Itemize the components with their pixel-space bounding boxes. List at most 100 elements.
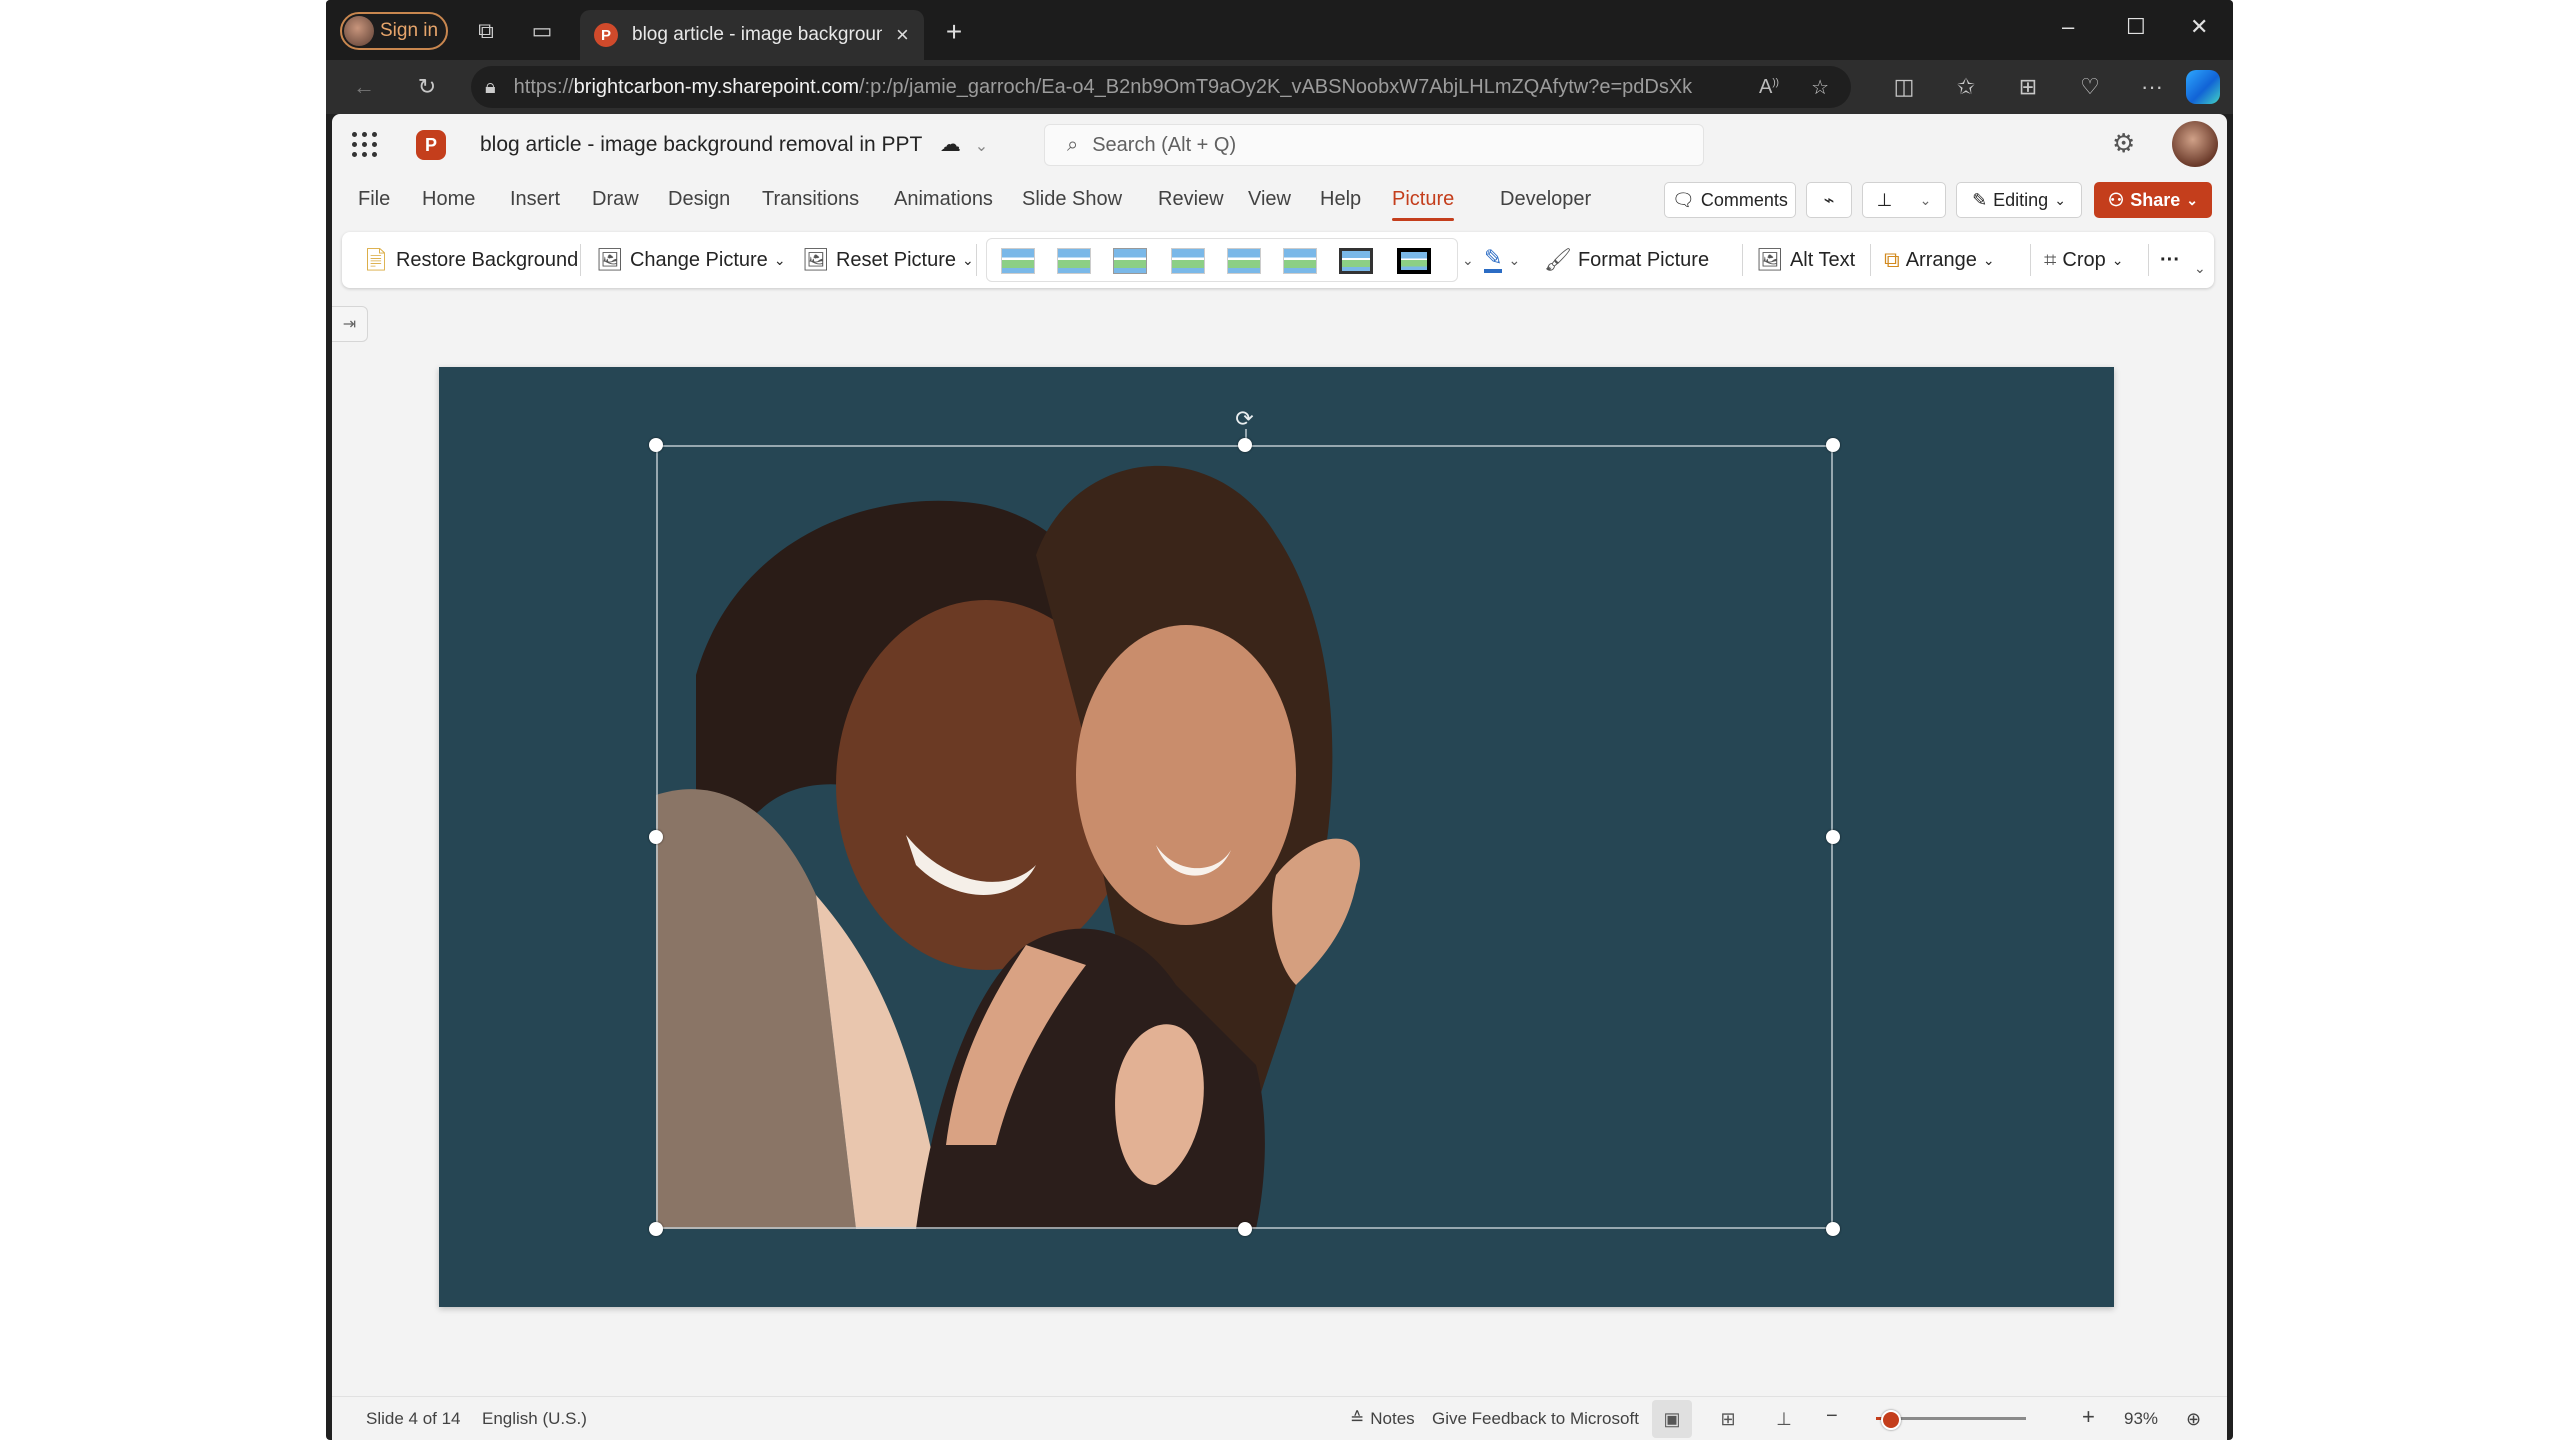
reset-picture-icon: 🖼︎ xyxy=(802,247,830,272)
slide-panel-toggle[interactable]: ⇥ xyxy=(332,306,368,342)
chevron-down-icon[interactable]: ⌄ xyxy=(1920,192,1932,209)
feedback-link[interactable]: Give Feedback to Microsoft xyxy=(1432,1409,1639,1429)
sign-in-button[interactable]: Sign in xyxy=(340,12,448,50)
zoom-level[interactable]: 93% xyxy=(2124,1409,2158,1429)
zoom-in-button[interactable]: + xyxy=(2082,1404,2095,1430)
favorites-icon[interactable]: ✩ xyxy=(1946,67,1986,107)
new-tab-button[interactable]: + xyxy=(936,14,972,50)
change-picture-icon: 🖼︎ xyxy=(596,247,624,272)
browser-essentials-icon[interactable]: ♡ xyxy=(2070,67,2110,107)
format-picture-button[interactable]: 🖌︎ Format Picture xyxy=(1544,232,1709,288)
user-avatar[interactable] xyxy=(2172,121,2218,167)
language-indicator[interactable]: English (U.S.) xyxy=(482,1409,587,1429)
more-options-icon[interactable]: ··· xyxy=(2132,67,2172,107)
collections-icon[interactable]: ⊞ xyxy=(2008,67,2048,107)
search-box[interactable]: ⌕ Search (Alt + Q) xyxy=(1044,124,1704,166)
picture-style-1[interactable] xyxy=(1001,248,1035,274)
chevron-down-icon[interactable]: ⌄ xyxy=(975,138,988,155)
slide-sorter-button[interactable]: ⊞ xyxy=(1708,1400,1748,1438)
powerpoint-logo: P xyxy=(416,130,446,160)
powerpoint-web-app: P blog article - image background remova… xyxy=(332,114,2227,1440)
close-window-button[interactable]: ✕ xyxy=(2190,14,2208,40)
vertical-tabs-icon[interactable]: ▭ xyxy=(524,13,560,49)
styles-gallery-expand[interactable]: ⌄ xyxy=(1462,232,1474,288)
picture-style-6[interactable] xyxy=(1283,248,1317,274)
catch-up-button[interactable]: ⌁ xyxy=(1806,182,1852,218)
reading-view-button[interactable]: ⊥ xyxy=(1764,1400,1804,1438)
zoom-slider-thumb[interactable] xyxy=(1881,1410,1901,1430)
back-icon[interactable]: ← xyxy=(344,67,384,107)
close-tab-icon[interactable]: × xyxy=(896,22,909,48)
picture-style-3[interactable] xyxy=(1113,248,1147,274)
resize-handle-bottom[interactable] xyxy=(1237,1222,1252,1236)
minimize-button[interactable]: – xyxy=(2062,14,2074,40)
slide-sorter-icon: ⊞ xyxy=(1720,1408,1736,1429)
tab-draw[interactable]: Draw xyxy=(592,188,639,211)
zoom-slider[interactable] xyxy=(1876,1410,2026,1430)
restore-background-label: Restore Background xyxy=(395,248,579,271)
tab-review[interactable]: Review xyxy=(1158,188,1224,211)
selected-picture[interactable]: ⟳ xyxy=(649,406,1840,1236)
picture-style-2[interactable] xyxy=(1057,248,1091,274)
document-title[interactable]: blog article - image background removal … xyxy=(480,132,988,157)
expand-ribbon-icon[interactable]: ⌄ xyxy=(2194,240,2206,296)
tab-transitions[interactable]: Transitions xyxy=(762,188,859,211)
resize-handle-top[interactable] xyxy=(1237,438,1252,452)
copilot-icon[interactable] xyxy=(2186,70,2220,104)
share-button[interactable]: ⚇ Share ⌄ xyxy=(2094,182,2212,218)
browser-tab-active[interactable]: P blog article - image background remova… xyxy=(580,10,924,60)
split-screen-icon[interactable]: ◫ xyxy=(1884,67,1924,107)
tab-help[interactable]: Help xyxy=(1320,188,1361,211)
fit-slide-icon[interactable]: ⊕ xyxy=(2186,1409,2201,1430)
maximize-button[interactable]: ☐ xyxy=(2126,14,2146,40)
tab-home[interactable]: Home xyxy=(422,188,475,211)
refresh-icon[interactable]: ↻ xyxy=(407,67,447,107)
zoom-out-button[interactable]: − xyxy=(1826,1405,1838,1428)
tab-file[interactable]: File xyxy=(358,188,390,211)
tab-design[interactable]: Design xyxy=(668,188,730,211)
tab-view[interactable]: View xyxy=(1248,188,1291,211)
resize-handle-bottom-left[interactable] xyxy=(649,1222,663,1236)
present-button[interactable]: ⊥ ⌄ xyxy=(1862,182,1946,218)
picture-style-7[interactable] xyxy=(1339,248,1373,274)
notes-icon: ≙ xyxy=(1350,1409,1365,1428)
read-aloud-icon[interactable]: A)) xyxy=(1759,76,1779,99)
reset-picture-button[interactable]: 🖼︎ Reset Picture ⌄ xyxy=(802,232,974,288)
comments-button[interactable]: 🗨︎ Comments xyxy=(1664,182,1796,218)
editing-mode-button[interactable]: ✎ Editing ⌄ xyxy=(1956,182,2082,218)
tab-insert[interactable]: Insert xyxy=(510,188,560,211)
more-commands-button[interactable]: ··· xyxy=(2160,232,2180,288)
chevron-down-icon: ⌄ xyxy=(1508,251,1521,268)
rotate-handle-icon[interactable]: ⟳ xyxy=(1235,406,1253,432)
tab-slide-show[interactable]: Slide Show xyxy=(1022,188,1122,211)
resize-handle-right[interactable] xyxy=(1826,830,1840,844)
notes-button[interactable]: ≙ Notes xyxy=(1350,1409,1415,1429)
picture-style-8[interactable] xyxy=(1397,248,1431,274)
favorite-star-icon[interactable]: ☆ xyxy=(1811,75,1829,100)
slide-canvas[interactable]: ⟳ xyxy=(439,367,2114,1307)
alt-text-button[interactable]: 🖼︎ Alt Text xyxy=(1756,232,1855,288)
address-bar[interactable]: 🔒︎ https://brightcarbon-my.sharepoint.co… xyxy=(471,66,1851,108)
normal-view-button[interactable]: ▣ xyxy=(1652,1400,1692,1438)
picture-style-5[interactable] xyxy=(1227,248,1261,274)
resize-handle-top-right[interactable] xyxy=(1826,438,1840,452)
tab-picture[interactable]: Picture xyxy=(1392,188,1455,221)
change-picture-button[interactable]: 🖼︎ Change Picture ⌄ xyxy=(596,232,786,288)
separator xyxy=(976,244,977,276)
settings-gear-icon[interactable]: ⚙ xyxy=(2112,128,2135,159)
tab-animations[interactable]: Animations xyxy=(894,188,993,211)
app-launcher-icon[interactable] xyxy=(352,132,378,158)
restore-background-button[interactable]: 📄︎ Restore Background xyxy=(362,232,578,288)
picture-style-4[interactable] xyxy=(1171,248,1205,274)
picture-border-button[interactable]: ✎ ⌄ xyxy=(1484,232,1520,288)
tab-developer[interactable]: Developer xyxy=(1500,188,1591,211)
arrange-button[interactable]: ⧉ Arrange ⌄ xyxy=(1884,232,1995,288)
resize-handle-top-left[interactable] xyxy=(649,438,663,452)
resize-handle-left[interactable] xyxy=(649,830,663,844)
crop-button[interactable]: ⌗ Crop ⌄ xyxy=(2044,232,2123,288)
resize-handle-bottom-right[interactable] xyxy=(1826,1222,1840,1236)
workspaces-icon[interactable]: ⧉ xyxy=(468,13,504,49)
url-scheme: https:// xyxy=(513,75,574,98)
share-label: Share xyxy=(2130,189,2181,210)
chevron-down-icon: ⌄ xyxy=(962,251,974,268)
